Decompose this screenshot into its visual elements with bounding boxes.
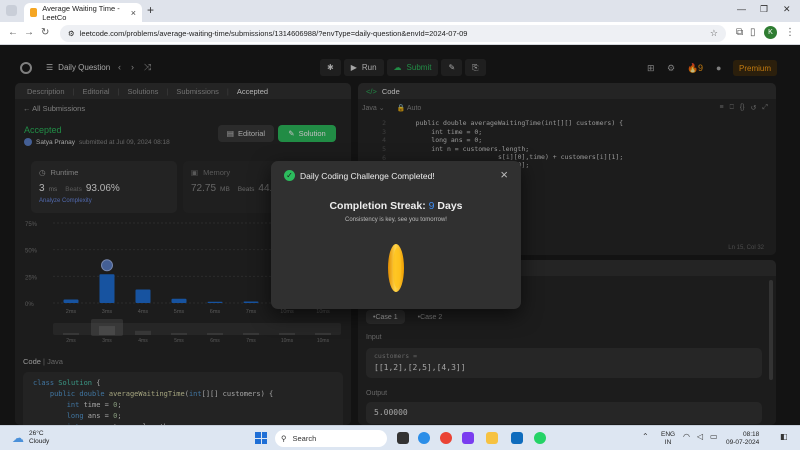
weather-desc: Cloudy xyxy=(29,438,50,445)
minimize-icon[interactable]: — xyxy=(737,4,746,14)
language-indicator[interactable]: ENG IN xyxy=(661,431,675,447)
back-icon[interactable]: ← xyxy=(8,27,18,38)
browser-tab[interactable]: Average Waiting Time - LeetCo × xyxy=(24,3,142,22)
search-icon: ⚲ xyxy=(281,434,287,443)
windows-start-icon[interactable] xyxy=(255,432,267,444)
profile-avatar[interactable]: K xyxy=(764,26,777,39)
chrome-browser-icon[interactable] xyxy=(440,432,452,444)
extensions-icon[interactable]: ⧉ xyxy=(736,27,743,38)
modal-title: Daily Coding Challenge Completed! xyxy=(300,171,435,181)
sidebar-icon[interactable]: ▯ xyxy=(750,27,756,38)
streak-unit: Days xyxy=(437,200,463,212)
reload-icon[interactable]: ↻ xyxy=(41,27,49,38)
browser-tab-bar: Average Waiting Time - LeetCo × + — ❐ ✕ xyxy=(0,0,800,22)
weather-temp: 26°C xyxy=(29,430,44,437)
tab-search-icon[interactable] xyxy=(6,5,17,16)
store-icon[interactable] xyxy=(511,432,523,444)
url-input[interactable]: ⚙ leetcode.com/problems/average-waiting-… xyxy=(60,25,726,42)
cloud-icon: ☁ xyxy=(12,431,24,445)
intellij-icon[interactable] xyxy=(462,432,474,444)
close-icon[interactable]: × xyxy=(500,167,508,182)
completion-streak: Completion Streak: 9 Days xyxy=(271,200,521,212)
coin-icon xyxy=(388,244,404,292)
lang-line-2: IN xyxy=(664,439,672,446)
forward-icon[interactable]: → xyxy=(24,27,34,38)
address-bar-row: ← → ↻ ⚙ leetcode.com/problems/average-wa… xyxy=(0,22,800,45)
weather-widget[interactable]: ☁ 26°C Cloudy xyxy=(12,430,49,446)
task-view-icon[interactable] xyxy=(397,432,409,444)
streak-value: 9 xyxy=(428,200,435,212)
leetcode-favicon-icon xyxy=(30,8,38,17)
site-info-icon[interactable]: ⚙ xyxy=(68,29,75,38)
url-text: leetcode.com/problems/average-waiting-ti… xyxy=(79,29,468,38)
maximize-icon[interactable]: ❐ xyxy=(760,4,768,15)
edge-browser-icon[interactable] xyxy=(418,432,430,444)
close-tab-icon[interactable]: × xyxy=(131,8,136,18)
wifi-icon[interactable]: ◠ xyxy=(683,432,690,441)
check-circle-icon: ✓ xyxy=(284,170,295,181)
battery-icon[interactable]: ▭ xyxy=(710,432,718,441)
modal-message: Consistency is key, see you tomorrow! xyxy=(345,217,447,223)
clock-date: 09-07-2024 xyxy=(726,439,760,446)
close-window-icon[interactable]: ✕ xyxy=(783,4,791,15)
whatsapp-icon[interactable] xyxy=(534,432,546,444)
system-clock[interactable]: 08:18 09-07-2024 xyxy=(726,431,759,447)
lang-line-1: ENG xyxy=(661,431,676,438)
browser-menu-icon[interactable]: ⋮ xyxy=(785,27,795,38)
challenge-completed-modal: ✓ Daily Coding Challenge Completed! × Co… xyxy=(271,161,521,309)
windows-taskbar: ☁ 26°C Cloudy ⚲ Search ⌃ ENG IN ◠ ◁ ▭ 08… xyxy=(0,425,800,450)
tray-chevron-icon[interactable]: ⌃ xyxy=(642,432,649,441)
clock-time: 08:18 xyxy=(742,431,760,438)
search-label: Search xyxy=(292,434,317,443)
notifications-icon[interactable]: ◧ xyxy=(780,432,788,441)
taskbar-search[interactable]: ⚲ Search xyxy=(275,430,387,447)
file-explorer-icon[interactable] xyxy=(486,432,498,444)
streak-label: Completion Streak: xyxy=(329,200,426,212)
bookmark-star-icon[interactable]: ☆ xyxy=(710,28,718,39)
volume-icon[interactable]: ◁ xyxy=(697,432,703,441)
tab-title: Average Waiting Time - LeetCo xyxy=(42,3,120,22)
new-tab-icon[interactable]: + xyxy=(147,3,154,17)
